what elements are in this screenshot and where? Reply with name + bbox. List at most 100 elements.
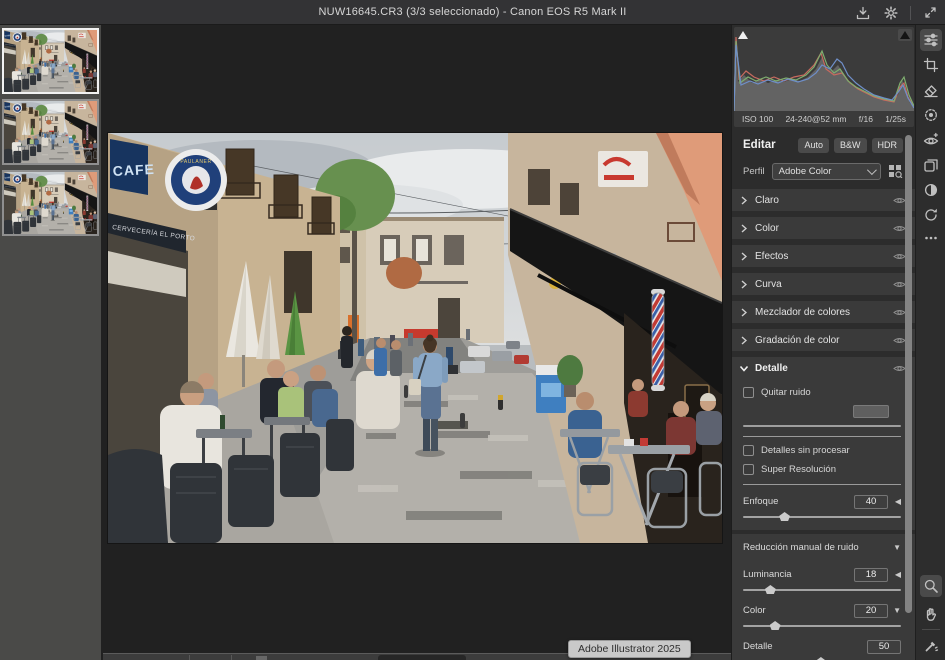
section-efectos[interactable]: Efectos	[732, 245, 915, 267]
auto-button[interactable]: Auto	[798, 138, 829, 153]
super-resolution-checkbox-row[interactable]: Super Resolución	[743, 464, 901, 475]
raw-details-checkbox[interactable]	[743, 445, 754, 456]
exif-shutter: 1/25s	[885, 114, 906, 124]
collapse-left-icon[interactable]	[895, 496, 901, 507]
super-resolution-checkbox[interactable]	[743, 464, 754, 475]
chevron-right-icon	[741, 336, 747, 345]
more-options-button[interactable]	[920, 227, 942, 249]
shadow-clipping-toggle[interactable]	[736, 29, 750, 41]
luminance-value[interactable]: 18	[854, 568, 888, 582]
refresh-icon	[923, 207, 939, 223]
eye-plus-icon	[923, 132, 939, 148]
section-claro[interactable]: Claro	[732, 189, 915, 211]
panel-scrollbar[interactable]	[905, 135, 912, 613]
profile-label: Perfil	[743, 166, 765, 177]
filmstrip-thumbnail-2[interactable]	[2, 99, 99, 165]
filmstrip-thumbnail-1[interactable]	[2, 28, 99, 94]
crop-tool-button[interactable]	[920, 54, 942, 76]
super-resolution-label: Super Resolución	[761, 464, 836, 475]
thumbnail-photo	[4, 30, 97, 92]
chevron-down-icon	[740, 365, 749, 371]
fullscreen-button[interactable]	[921, 4, 939, 22]
color-nr-slider[interactable]	[743, 621, 901, 630]
sharpen-label: Enfoque	[743, 496, 854, 507]
tool-column	[915, 25, 945, 660]
chevron-right-icon	[741, 280, 747, 289]
eyedropper-icon	[923, 638, 939, 654]
topbar-divider	[910, 6, 911, 20]
edit-tool-button[interactable]	[920, 29, 942, 51]
red-eye-tool-button[interactable]	[920, 129, 942, 151]
luminance-slider[interactable]	[743, 585, 901, 594]
slider-thumb[interactable]	[770, 621, 781, 630]
zoom-level-glyph	[256, 656, 267, 660]
download-icon	[855, 5, 871, 21]
snapshots-button[interactable]	[920, 179, 942, 201]
ellipsis-icon	[923, 230, 939, 246]
collapse-down-icon[interactable]	[893, 542, 901, 553]
heal-tool-button[interactable]	[920, 79, 942, 101]
chevron-down-icon	[867, 165, 877, 175]
filmstrip-toggle-button[interactable]	[378, 655, 466, 660]
divider	[743, 436, 901, 437]
hdr-button[interactable]: HDR	[872, 138, 904, 153]
toolbar-divider	[231, 655, 232, 660]
masking-tool-button[interactable]	[920, 104, 942, 126]
filmstrip-thumbnail-3[interactable]	[2, 170, 99, 236]
exif-lens: 24-240@52 mm	[785, 114, 846, 124]
color-nr-value[interactable]: 20	[854, 604, 888, 618]
section-color[interactable]: Color	[732, 217, 915, 239]
filmstrip	[0, 25, 101, 660]
divider	[732, 530, 915, 534]
exif-info: ISO 100 24-240@52 mm f/16 1/25s	[734, 110, 914, 127]
section-detalle: Detalle Quitar ruido Detalles sin proces…	[732, 357, 915, 660]
main-photo	[108, 133, 722, 543]
hand-tool-button[interactable]	[920, 603, 942, 625]
image-canvas	[101, 25, 731, 660]
section-curva[interactable]: Curva	[732, 273, 915, 295]
crop-icon	[923, 57, 939, 73]
edit-panel-title: Editar	[743, 139, 793, 151]
chevron-right-icon	[741, 308, 747, 317]
zoom-tool-button[interactable]	[920, 575, 942, 597]
raw-details-checkbox-row[interactable]: Detalles sin procesar	[743, 445, 901, 456]
collapse-down-icon[interactable]	[893, 605, 901, 616]
denoise-checkbox-row[interactable]: Quitar ruido	[743, 387, 901, 398]
bw-button[interactable]: B&W	[834, 138, 867, 153]
magnifier-icon	[923, 578, 939, 594]
sharpen-value[interactable]: 40	[854, 495, 888, 509]
section-mezclador[interactable]: Mezclador de colores	[732, 301, 915, 323]
denoise-label: Quitar ruido	[761, 387, 811, 398]
manual-nr-label: Reducción manual de ruido	[743, 542, 893, 553]
chevron-right-icon	[741, 224, 747, 233]
denoise-checkbox[interactable]	[743, 387, 754, 398]
profile-browser-icon[interactable]	[888, 164, 903, 178]
divider	[743, 484, 901, 485]
highlight-clipping-toggle[interactable]	[898, 29, 912, 41]
detail-nr-value[interactable]: 50	[867, 640, 901, 654]
section-gradacion[interactable]: Gradación de color	[732, 329, 915, 351]
versions-button[interactable]	[920, 204, 942, 226]
thumbnail-photo	[4, 101, 97, 163]
export-button[interactable]	[854, 4, 872, 22]
slider-thumb[interactable]	[765, 585, 776, 594]
histogram[interactable]: ISO 100 24-240@52 mm f/16 1/25s	[734, 27, 914, 127]
chevron-right-icon	[741, 252, 747, 261]
profile-value: Adobe Color	[779, 166, 867, 177]
profile-select[interactable]: Adobe Color	[772, 163, 881, 180]
detalle-header[interactable]: Detalle	[732, 357, 915, 379]
luminance-label: Luminancia	[743, 569, 854, 580]
expand-icon	[923, 5, 938, 20]
preferences-button[interactable]	[882, 4, 900, 22]
raw-details-label: Detalles sin procesar	[761, 445, 850, 456]
color-nr-label: Color	[743, 605, 854, 616]
denoise-slider-track	[743, 425, 901, 427]
chevron-right-icon	[741, 196, 747, 205]
collapse-left-icon[interactable]	[895, 569, 901, 580]
sampler-tool-button[interactable]	[920, 635, 942, 657]
slider-thumb[interactable]	[779, 512, 790, 521]
edit-panel: ISO 100 24-240@52 mm f/16 1/25s Editar A…	[731, 25, 915, 660]
presets-button[interactable]	[920, 154, 942, 176]
sharpen-slider[interactable]	[743, 512, 901, 521]
window-title: NUW16645.CR3 (3/3 seleccionado) - Canon …	[0, 6, 945, 18]
